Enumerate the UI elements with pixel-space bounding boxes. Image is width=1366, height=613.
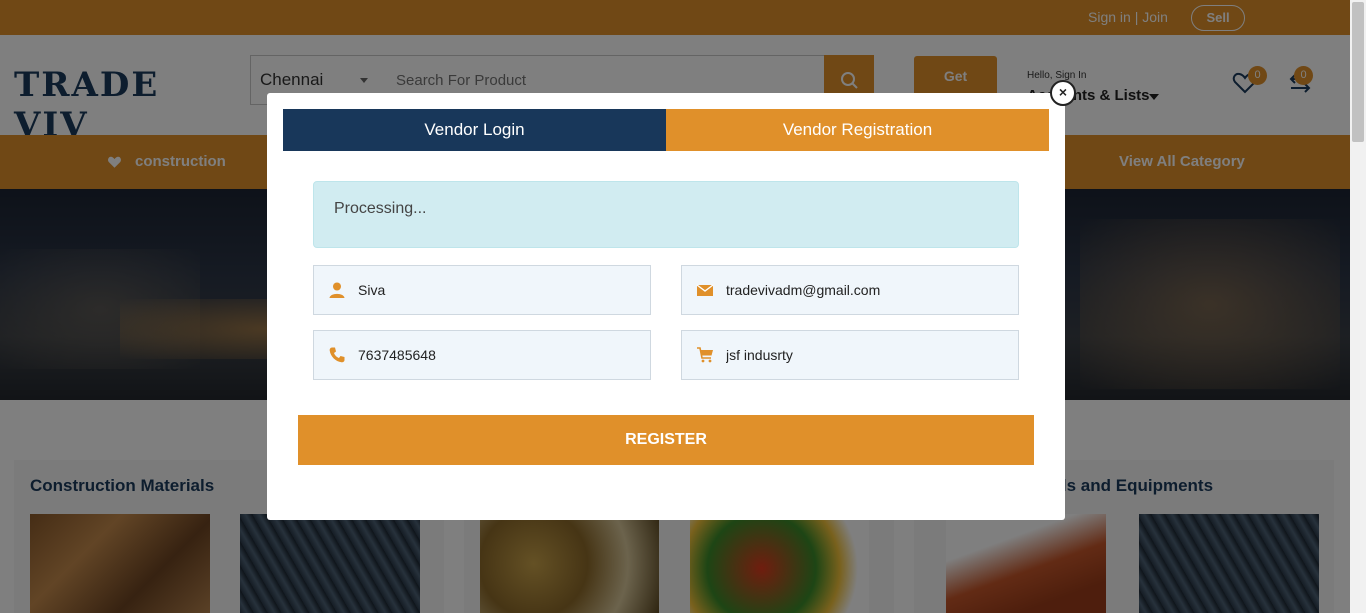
scrollbar-thumb[interactable] — [1352, 2, 1364, 142]
email-input[interactable] — [726, 266, 1011, 314]
vendor-modal: Vendor Login Vendor Registration Process… — [267, 93, 1065, 520]
user-icon — [329, 282, 345, 298]
name-input[interactable] — [358, 266, 643, 314]
envelope-icon — [696, 284, 714, 296]
tab-vendor-login[interactable]: Vendor Login — [283, 109, 666, 151]
register-button[interactable]: REGISTER — [298, 415, 1034, 465]
cart-icon — [697, 347, 713, 363]
name-field — [313, 265, 651, 315]
company-field — [681, 330, 1019, 380]
email-field — [681, 265, 1019, 315]
phone-input[interactable] — [358, 331, 643, 379]
phone-field — [313, 330, 651, 380]
tab-vendor-registration[interactable]: Vendor Registration — [666, 109, 1049, 151]
processing-alert: Processing... — [313, 181, 1019, 248]
company-input[interactable] — [726, 331, 1011, 379]
close-icon[interactable]: × — [1050, 80, 1076, 106]
phone-icon — [329, 347, 345, 363]
modal-tabs: Vendor Login Vendor Registration — [283, 109, 1049, 151]
page-scrollbar[interactable] — [1350, 0, 1366, 613]
modal-content: Vendor Login Vendor Registration Process… — [283, 109, 1049, 504]
